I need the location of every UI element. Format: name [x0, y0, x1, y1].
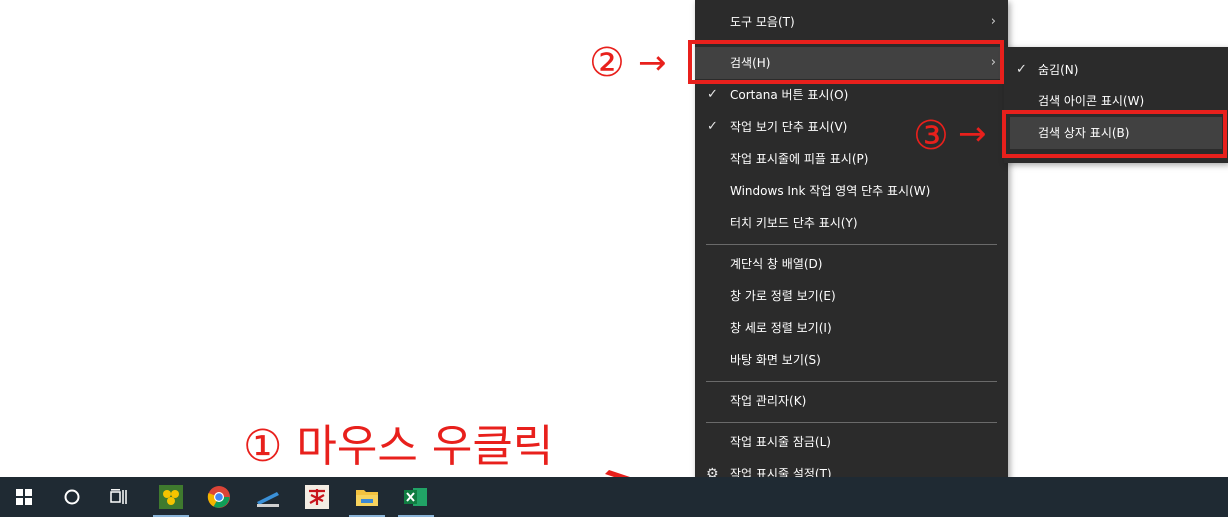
cortana-button[interactable] — [50, 477, 94, 517]
menu-item-label: 작업 표시줄에 피플 표시(P) — [730, 152, 869, 166]
menu-item-label: 창 가로 정렬 보기(E) — [730, 289, 836, 303]
menu-item-label: Windows Ink 작업 영역 단추 표시(W) — [730, 184, 931, 198]
taskbar-app-red[interactable] — [295, 477, 339, 517]
excel-icon — [404, 488, 427, 506]
menu-item-show-desktop[interactable]: 바탕 화면 보기(S) — [695, 344, 1008, 376]
menu-item-label: 작업 보기 단추 표시(V) — [730, 120, 848, 134]
menu-item-label: 터치 키보드 단추 표시(Y) — [730, 216, 858, 230]
check-icon: ✓ — [707, 119, 718, 134]
taskbar-app-file-explorer[interactable] — [345, 477, 389, 517]
task-view-button[interactable] — [97, 477, 141, 517]
menu-item-label: 바탕 화면 보기(S) — [730, 353, 821, 367]
start-icon — [16, 489, 32, 505]
step-1-label: ① 마우스 우클릭 — [243, 421, 554, 472]
menu-item-label: 계단식 창 배열(D) — [730, 257, 823, 271]
menu-item-lock-taskbar[interactable]: 작업 표시줄 잠금(L) — [695, 426, 1008, 458]
taskbar-app-chrome[interactable] — [197, 477, 241, 517]
menu-item-label: 작업 표시줄 잠금(L) — [730, 435, 831, 449]
start-button[interactable] — [2, 477, 46, 517]
taskbar — [0, 477, 1228, 517]
menu-item-stack-windows[interactable]: 창 가로 정렬 보기(E) — [695, 280, 1008, 312]
submenu-item-hidden[interactable]: ✓ 숨김(N) — [1004, 54, 1228, 86]
menu-item-label: 창 세로 정렬 보기(I) — [730, 321, 832, 335]
menu-divider — [706, 381, 997, 382]
menu-item-label: 작업 관리자(K) — [730, 394, 807, 408]
step-3-label: ③ — [913, 113, 949, 159]
cortana-icon — [64, 489, 80, 505]
taskbar-app-yellow[interactable] — [149, 477, 193, 517]
highlight-box-search-box — [1002, 110, 1227, 158]
menu-item-task-manager[interactable]: 작업 관리자(K) — [695, 385, 1008, 417]
menu-divider — [706, 244, 997, 245]
task-view-icon — [110, 489, 127, 504]
taskbar-app-excel[interactable] — [394, 477, 438, 517]
highlight-box-search — [688, 40, 1004, 84]
menu-item-toolbars[interactable]: 도구 모음(T) › — [695, 6, 1008, 38]
app-icon-yellow — [159, 485, 183, 509]
scanner-icon — [257, 492, 279, 507]
app-icon-red — [305, 485, 329, 509]
menu-item-show-touch-keyboard[interactable]: 터치 키보드 단추 표시(Y) — [695, 207, 1008, 239]
step-2-label: ② — [589, 40, 625, 86]
menu-item-label: 도구 모음(T) — [730, 15, 795, 29]
arrow-right-icon: → — [638, 43, 667, 83]
menu-item-cascade-windows[interactable]: 계단식 창 배열(D) — [695, 248, 1008, 280]
menu-divider — [706, 422, 997, 423]
taskbar-app-scanner[interactable] — [246, 477, 290, 517]
menu-item-side-by-side-windows[interactable]: 창 세로 정렬 보기(I) — [695, 312, 1008, 344]
submenu-item-label: 숨김(N) — [1038, 63, 1079, 77]
chrome-icon — [207, 486, 230, 508]
file-explorer-icon — [356, 490, 378, 506]
arrow-right-icon: → — [958, 114, 987, 154]
check-icon: ✓ — [1016, 62, 1027, 77]
chevron-right-icon: › — [990, 14, 996, 29]
menu-item-show-windows-ink[interactable]: Windows Ink 작업 영역 단추 표시(W) — [695, 175, 1008, 207]
